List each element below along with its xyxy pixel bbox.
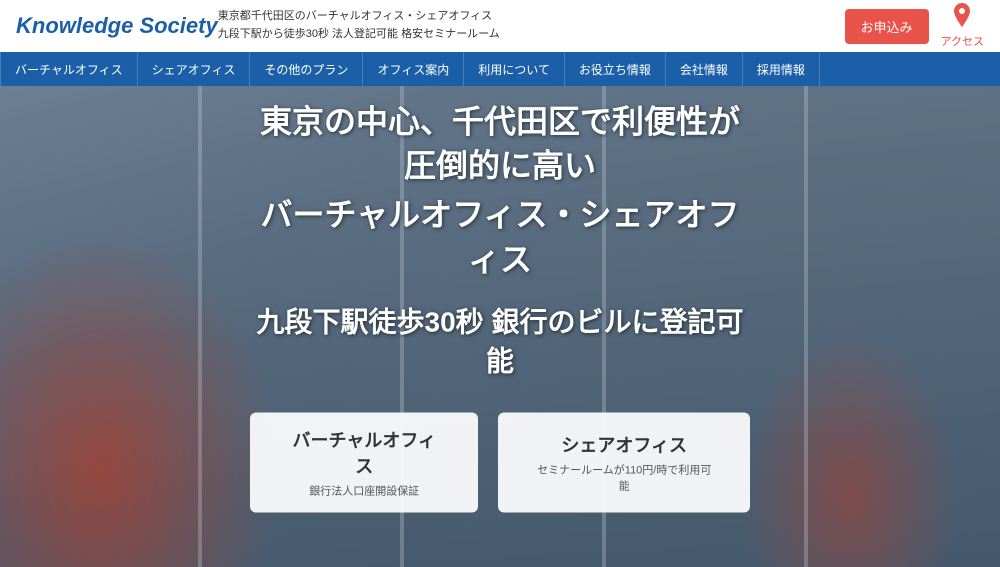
apply-button[interactable]: お申込み xyxy=(845,9,929,44)
share-office-label: シェアオフィス xyxy=(534,432,714,458)
header-tagline: 東京都千代田区のバーチャルオフィス・シェアオフィス 九段下駅から徒歩30秒 法人… xyxy=(218,8,845,43)
nav-item-company[interactable]: 会社情報 xyxy=(666,52,743,86)
share-office-sub: セミナールームが110円/時で利用可能 xyxy=(534,462,714,494)
map-pin-icon xyxy=(950,3,974,33)
hero-title-line2: バーチャルオフィス・シェアオフィス xyxy=(250,193,750,283)
site-logo[interactable]: Knowledge Society xyxy=(16,13,218,39)
site-header: Knowledge Society 東京都千代田区のバーチャルオフィス・シェアオ… xyxy=(0,0,1000,52)
tagline-line1: 東京都千代田区のバーチャルオフィス・シェアオフィス xyxy=(218,8,845,26)
virtual-office-label: バーチャルオフィス xyxy=(286,427,442,479)
nav-item-share-office[interactable]: シェアオフィス xyxy=(138,52,251,86)
hero-content: 東京の中心、千代田区で利便性が圧倒的に高い バーチャルオフィス・シェアオフィス … xyxy=(250,99,750,513)
nav-item-recruitment[interactable]: 採用情報 xyxy=(743,52,820,86)
nav-item-other-plans[interactable]: その他のプラン xyxy=(250,52,363,86)
hero-buttons: バーチャルオフィス 銀行法人口座開設保証 シェアオフィス セミナールームが110… xyxy=(250,413,750,513)
access-button[interactable]: アクセス xyxy=(941,3,984,49)
nav-item-virtual-office[interactable]: バーチャルオフィス xyxy=(0,52,138,86)
main-nav: バーチャルオフィス シェアオフィス その他のプラン オフィス案内 利用について … xyxy=(0,52,1000,86)
nav-item-usage[interactable]: 利用について xyxy=(464,52,565,86)
virtual-office-button[interactable]: バーチャルオフィス 銀行法人口座開設保証 xyxy=(250,413,478,513)
hero-title-line1: 東京の中心、千代田区で利便性が圧倒的に高い xyxy=(250,99,750,189)
nav-item-office-info[interactable]: オフィス案内 xyxy=(363,52,464,86)
access-label: アクセス xyxy=(941,33,984,49)
virtual-office-sub: 銀行法人口座開設保証 xyxy=(286,483,442,499)
hero-title-line3: 九段下駅徒歩30秒 銀行のビルに登記可能 xyxy=(250,302,750,380)
hero-section: 東京の中心、千代田区で利便性が圧倒的に高い バーチャルオフィス・シェアオフィス … xyxy=(0,86,1000,567)
header-buttons: お申込み アクセス xyxy=(845,3,984,49)
share-office-button[interactable]: シェアオフィス セミナールームが110円/時で利用可能 xyxy=(498,413,750,513)
tagline-line2: 九段下駅から徒歩30秒 法人登記可能 格安セミナールーム xyxy=(218,26,845,44)
nav-item-useful-info[interactable]: お役立ち情報 xyxy=(565,52,666,86)
